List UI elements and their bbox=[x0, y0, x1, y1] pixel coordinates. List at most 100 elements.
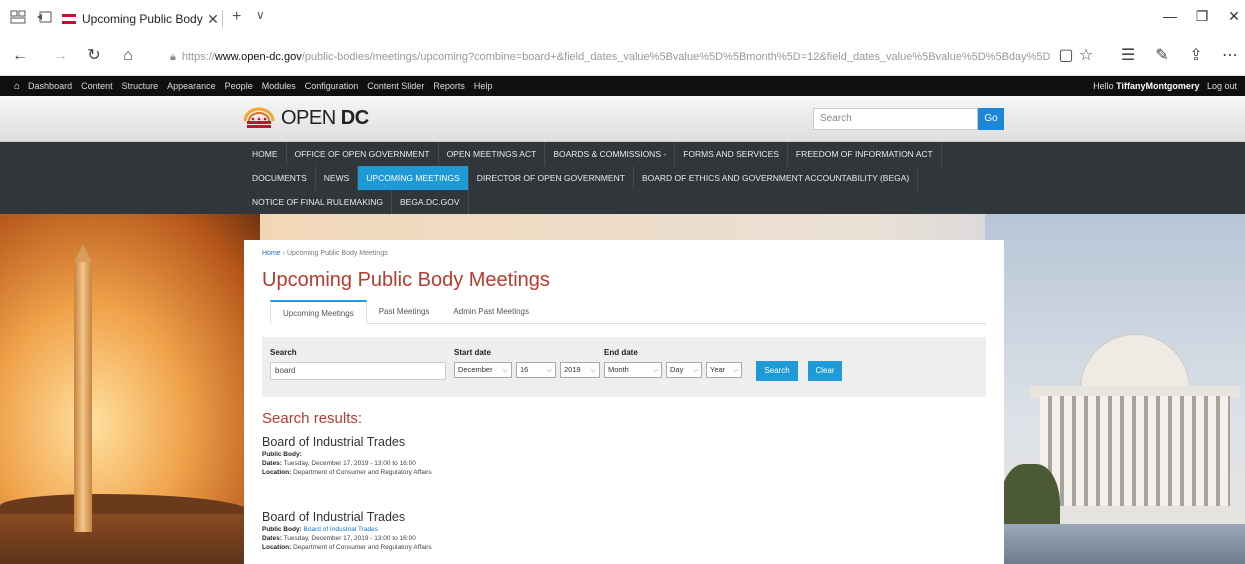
result-title[interactable]: Board of Industrial Trades bbox=[262, 435, 986, 449]
more-menu-icon[interactable]: ⋯ bbox=[1220, 46, 1240, 66]
chevron-down-icon: ⌵ bbox=[692, 365, 698, 374]
admin-menu-configuration[interactable]: Configuration bbox=[305, 81, 359, 91]
tidal-basin-water bbox=[985, 524, 1245, 564]
main-content: Home › Upcoming Public Body Meetings Upc… bbox=[244, 240, 1004, 564]
breadcrumb-home[interactable]: Home bbox=[262, 250, 281, 257]
favorites-hub-icon[interactable]: ☰ bbox=[1118, 46, 1138, 66]
main-navigation: HOME OFFICE OF OPEN GOVERNMENT OPEN MEET… bbox=[0, 142, 1245, 214]
nav-news[interactable]: NEWS bbox=[316, 166, 359, 190]
washington-monument-tip bbox=[74, 244, 92, 262]
end-year-select[interactable]: Year ⌵ bbox=[706, 362, 742, 378]
start-day-value: 16 bbox=[520, 365, 529, 374]
admin-menu-appearance[interactable]: Appearance bbox=[167, 81, 216, 91]
nav-open-meetings-act[interactable]: OPEN MEETINGS ACT bbox=[439, 142, 546, 166]
nav-director-of-open-government[interactable]: DIRECTOR OF OPEN GOVERNMENT bbox=[469, 166, 634, 190]
admin-username[interactable]: TiffanyMontgomery bbox=[1116, 81, 1199, 91]
dates-label: Dates: bbox=[262, 535, 282, 542]
end-year-value: Year bbox=[710, 365, 726, 374]
breadcrumb: Home › Upcoming Public Body Meetings bbox=[262, 250, 986, 257]
admin-menu-structure[interactable]: Structure bbox=[122, 81, 159, 91]
end-month-select[interactable]: Month ⌵ bbox=[604, 362, 662, 378]
site-search-go-button[interactable]: Go bbox=[978, 108, 1004, 130]
nav-boards-commissions[interactable]: BOARDS & COMMISSIONS - bbox=[545, 142, 676, 166]
admin-menu-modules[interactable]: Modules bbox=[262, 81, 296, 91]
tab-past-meetings[interactable]: Past Meetings bbox=[367, 300, 442, 324]
end-day-select[interactable]: Day ⌵ bbox=[666, 362, 702, 378]
nav-documents[interactable]: DOCUMENTS bbox=[244, 166, 316, 190]
tab-actions-icon[interactable] bbox=[10, 10, 26, 24]
result-location: Location: Department of Consumer and Reg… bbox=[262, 469, 986, 476]
start-day-select[interactable]: 16 ⌵ bbox=[516, 362, 556, 378]
reflecting-water-left bbox=[0, 514, 260, 564]
tab-upcoming-meetings[interactable]: Upcoming Meetings bbox=[270, 300, 367, 324]
browser-tab[interactable]: Upcoming Public Body ✕ bbox=[62, 6, 222, 32]
admin-menu-dashboard[interactable]: Dashboard bbox=[28, 81, 72, 91]
jefferson-memorial-columns bbox=[1040, 396, 1230, 506]
forward-icon[interactable]: → bbox=[50, 46, 70, 66]
url-domain: www.open-dc.gov bbox=[214, 51, 302, 63]
dates-value: Tuesday, December 17, 2019 - 13:00 to 16… bbox=[283, 535, 416, 542]
result-title[interactable]: Board of Industrial Trades bbox=[262, 510, 986, 524]
browser-toolbar: ← → ↻ ⌂ 🔒︎ https://www.open-dc.gov/public… bbox=[0, 38, 1245, 76]
new-tab-icon[interactable]: + bbox=[232, 8, 241, 26]
back-icon[interactable]: ← bbox=[10, 46, 30, 66]
search-results-heading: Search results: bbox=[262, 410, 363, 427]
start-year-select[interactable]: 2019 ⌵ bbox=[560, 362, 600, 378]
admin-menu-people[interactable]: People bbox=[225, 81, 253, 91]
chevron-down-icon: ⌵ bbox=[546, 365, 552, 374]
share-icon[interactable]: ⇪ bbox=[1186, 46, 1206, 66]
result-item: Board of Industrial Trades Public Body: … bbox=[262, 435, 986, 476]
tab-admin-past-meetings[interactable]: Admin Past Meetings bbox=[441, 300, 541, 324]
address-bar[interactable]: 🔒︎ https://www.open-dc.gov/public-bodies/… bbox=[170, 46, 1050, 68]
nav-office-of-open-government[interactable]: OFFICE OF OPEN GOVERNMENT bbox=[287, 142, 439, 166]
site-logo-text: OPEN DC bbox=[281, 107, 369, 130]
home-icon[interactable]: ⌂ bbox=[118, 46, 138, 66]
tab-list-chevron-icon[interactable]: ∨ bbox=[256, 8, 265, 22]
site-search-input[interactable]: Search bbox=[813, 108, 978, 130]
nav-bega-dc-gov[interactable]: BEGA.DC.GOV bbox=[392, 190, 469, 214]
nav-foia[interactable]: FREEDOM OF INFORMATION ACT bbox=[788, 142, 942, 166]
chevron-down-icon: ⌵ bbox=[732, 365, 738, 374]
start-month-select[interactable]: December ⌵ bbox=[454, 362, 512, 378]
nav-upcoming-meetings[interactable]: UPCOMING MEETINGS bbox=[358, 166, 469, 190]
refresh-icon[interactable]: ↻ bbox=[84, 46, 104, 66]
page-title: Upcoming Public Body Meetings bbox=[262, 269, 550, 291]
start-month-value: December bbox=[458, 365, 493, 374]
nav-home[interactable]: HOME bbox=[244, 142, 287, 166]
result-public-body: Public Body: Board of Industrial Trades bbox=[262, 526, 986, 533]
public-body-link[interactable]: Board of Industrial Trades bbox=[304, 526, 378, 533]
admin-menu-content[interactable]: Content bbox=[81, 81, 113, 91]
location-value: Department of Consumer and Regulatory Af… bbox=[293, 544, 432, 551]
search-button[interactable]: Search bbox=[756, 361, 798, 381]
main-nav-row-1: HOME OFFICE OF OPEN GOVERNMENT OPEN MEET… bbox=[244, 142, 942, 166]
logout-link[interactable]: Log out bbox=[1207, 81, 1237, 91]
admin-menu-help[interactable]: Help bbox=[474, 81, 493, 91]
pen-notes-icon[interactable]: ✎ bbox=[1152, 46, 1172, 66]
logo-word-dc: DC bbox=[340, 106, 369, 129]
nav-forms-and-services[interactable]: FORMS AND SERVICES bbox=[675, 142, 788, 166]
nav-bega[interactable]: BOARD OF ETHICS AND GOVERNMENT ACCOUNTAB… bbox=[634, 166, 919, 190]
start-year-value: 2019 bbox=[564, 365, 581, 374]
meeting-tabs: Upcoming Meetings Past Meetings Admin Pa… bbox=[270, 300, 986, 324]
set-aside-tabs-icon[interactable] bbox=[36, 10, 52, 24]
chevron-down-icon: ⌵ bbox=[502, 365, 508, 374]
admin-home-icon[interactable]: ⌂ bbox=[14, 81, 20, 92]
admin-menu-content-slider[interactable]: Content Slider bbox=[367, 81, 424, 91]
admin-menu-reports[interactable]: Reports bbox=[433, 81, 465, 91]
site-logo[interactable]: OPEN DC bbox=[243, 104, 369, 132]
url-protocol: https:// bbox=[181, 51, 215, 63]
favorite-star-icon[interactable]: ☆ bbox=[1076, 46, 1096, 66]
tab-close-icon[interactable]: ✕ bbox=[204, 11, 222, 28]
washington-monument bbox=[74, 262, 92, 532]
minimize-icon[interactable]: — bbox=[1160, 8, 1180, 24]
clear-button[interactable]: Clear bbox=[808, 361, 842, 381]
reading-view-icon[interactable]: ▢ bbox=[1056, 46, 1076, 66]
tab-divider bbox=[222, 10, 223, 28]
meeting-search-input[interactable]: board bbox=[270, 362, 446, 380]
maximize-icon[interactable]: ❐ bbox=[1192, 8, 1212, 25]
public-body-label: Public Body: bbox=[262, 526, 302, 533]
tab-title: Upcoming Public Body bbox=[82, 12, 203, 26]
admin-greeting: Hello bbox=[1093, 81, 1114, 91]
nav-notice-final-rulemaking[interactable]: NOTICE OF FINAL RULEMAKING bbox=[244, 190, 392, 214]
close-window-icon[interactable]: ✕ bbox=[1224, 8, 1244, 25]
